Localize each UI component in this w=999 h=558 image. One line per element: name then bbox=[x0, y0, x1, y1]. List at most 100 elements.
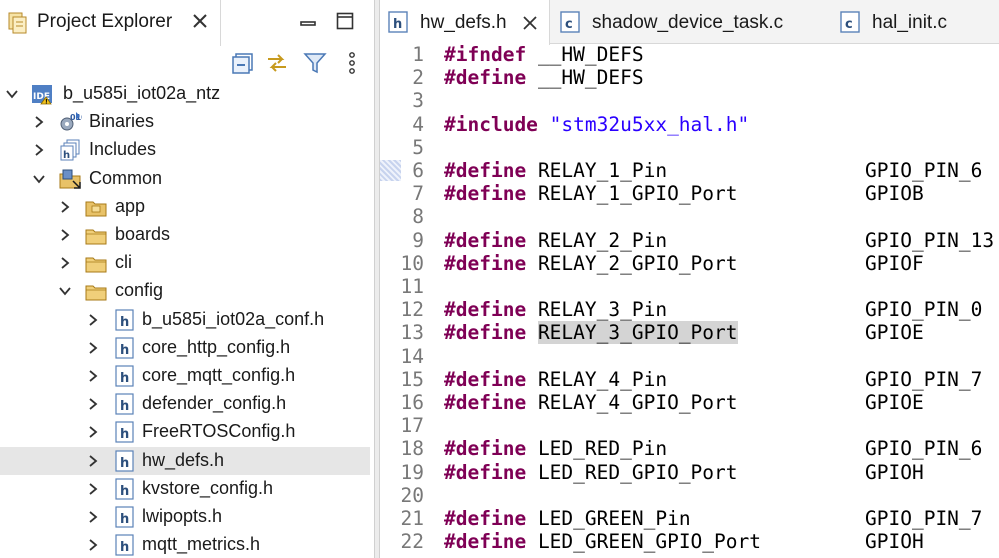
line-number: 22 bbox=[400, 530, 424, 554]
tree-item[interactable]: h mqtt_metrics.h bbox=[0, 531, 370, 558]
chevron-right-icon[interactable] bbox=[58, 228, 72, 242]
tree-item[interactable]: h core_mqtt_config.h bbox=[0, 362, 370, 390]
project-explorer-tab[interactable]: Project Explorer bbox=[0, 0, 221, 46]
chevron-right-icon[interactable] bbox=[58, 256, 72, 270]
chevron-right-icon[interactable] bbox=[86, 341, 100, 355]
code-text: #ifndef __HW_DEFS bbox=[444, 43, 644, 66]
chevron-right-icon[interactable] bbox=[86, 538, 100, 552]
macro-value: GPIO_PIN_6 bbox=[865, 437, 983, 461]
ide-project-icon: IDE! bbox=[32, 85, 52, 106]
chevron-right-icon[interactable] bbox=[86, 369, 100, 383]
code-line: 1 #ifndef __HW_DEFS bbox=[380, 43, 999, 66]
tree-item[interactable]: h kvstore_config.h bbox=[0, 475, 370, 503]
chevron-down-icon[interactable] bbox=[5, 87, 19, 101]
macro-name: RELAY_3_GPIO_Port bbox=[537, 321, 738, 345]
minimize-icon[interactable] bbox=[300, 12, 316, 28]
code-line: 10 #define RELAY_2_GPIO_Port GPIOF bbox=[380, 252, 999, 275]
macro-value: GPIO_PIN_7 bbox=[865, 367, 983, 391]
code-line: 3 bbox=[380, 89, 999, 112]
line-number: 13 bbox=[400, 321, 424, 345]
code-line: 2 #define __HW_DEFS bbox=[380, 66, 999, 89]
code-line: 4 #include "stm32u5xx_hal.h" bbox=[380, 113, 999, 136]
editor-tab-shadow-device-task[interactable]: c shadow_device_task.c bbox=[552, 0, 820, 44]
chevron-right-icon[interactable] bbox=[86, 482, 100, 496]
editor-tab-hal-init[interactable]: c hal_init.c bbox=[832, 0, 999, 44]
tree-item[interactable]: app bbox=[0, 193, 370, 221]
maximize-icon[interactable] bbox=[336, 12, 354, 30]
macro-name: RELAY_2_Pin bbox=[537, 228, 668, 252]
header-file-icon: h bbox=[115, 337, 134, 359]
svg-text:c: c bbox=[565, 17, 573, 32]
line-number: 11 bbox=[400, 275, 424, 298]
tree-item[interactable]: config bbox=[0, 277, 370, 305]
tree-item-label: mqtt_metrics.h bbox=[142, 534, 261, 555]
chevron-right-icon[interactable] bbox=[32, 143, 46, 157]
tree-item[interactable]: IDE! b_u585i_iot02a_ntz bbox=[0, 80, 370, 108]
code-line: 12 #define RELAY_3_Pin GPIO_PIN_0 bbox=[380, 298, 999, 321]
macro-name: LED_RED_GPIO_Port bbox=[537, 460, 738, 484]
code-text: #define LED_GREEN_GPIO_Port bbox=[444, 530, 761, 553]
line-number: 5 bbox=[412, 135, 424, 159]
editor-tab-label: hal_init.c bbox=[872, 12, 947, 33]
tree-item-label: boards bbox=[115, 224, 171, 244]
svg-text:c: c bbox=[845, 17, 853, 32]
code-line: 20 bbox=[380, 484, 999, 507]
chevron-down-icon[interactable] bbox=[32, 172, 46, 186]
editor-tab-hw-defs[interactable]: h hw_defs.h bbox=[380, 0, 550, 45]
chevron-right-icon[interactable] bbox=[86, 425, 100, 439]
preprocessor-keyword: #define bbox=[444, 437, 527, 461]
line-number: 20 bbox=[400, 483, 424, 507]
line-number: 19 bbox=[400, 460, 424, 484]
preprocessor-keyword: #define bbox=[444, 66, 527, 90]
source-folder-icon bbox=[85, 201, 107, 217]
editor-tab-label: shadow_device_task.c bbox=[592, 12, 784, 33]
code-text: #define RELAY_1_Pin bbox=[444, 159, 667, 182]
chevron-right-icon[interactable] bbox=[86, 454, 100, 468]
tree-item[interactable]: h lwipopts.h bbox=[0, 503, 370, 531]
tree-item-label: Binaries bbox=[89, 111, 155, 132]
chevron-right-icon[interactable] bbox=[86, 510, 100, 524]
tree-item-label: cli bbox=[115, 252, 132, 273]
code-text: #define RELAY_3_Pin bbox=[444, 298, 667, 321]
line-number: 21 bbox=[400, 507, 424, 530]
tree-item-label: defender_config.h bbox=[142, 393, 287, 414]
code-line: 14 bbox=[380, 345, 999, 368]
line-number: 15 bbox=[400, 367, 424, 391]
filter-icon[interactable] bbox=[302, 50, 328, 76]
tree-item-label: core_http_config.h bbox=[142, 336, 291, 357]
chevron-right-icon[interactable] bbox=[86, 397, 100, 411]
preprocessor-keyword: #define bbox=[444, 251, 527, 275]
header-file-icon: h bbox=[115, 449, 134, 472]
tree-item-label: FreeRTOSConfig.h bbox=[142, 421, 296, 442]
tree-item[interactable]: h Includes bbox=[0, 136, 370, 164]
code-line: 18 #define LED_RED_Pin GPIO_PIN_6 bbox=[380, 437, 999, 460]
close-icon[interactable] bbox=[521, 14, 539, 32]
tree-item[interactable]: 010 Binaries bbox=[0, 108, 370, 136]
chevron-right-icon[interactable] bbox=[86, 313, 100, 327]
chevron-right-icon[interactable] bbox=[58, 200, 72, 214]
tree-item[interactable]: h FreeRTOSConfig.h bbox=[0, 418, 370, 446]
tree-item[interactable]: cli bbox=[0, 249, 370, 277]
macro-value: GPIO_PIN_13 bbox=[865, 228, 995, 252]
tree-item[interactable]: boards bbox=[0, 221, 370, 249]
header-file-icon: h bbox=[115, 534, 134, 556]
view-menu-icon[interactable] bbox=[339, 50, 365, 76]
tree-item[interactable]: h core_http_config.h bbox=[0, 334, 370, 362]
tree-item[interactable]: Common bbox=[0, 165, 370, 193]
chevron-down-icon[interactable] bbox=[58, 284, 72, 298]
tree-item-label: b_u585i_iot02a_ntz bbox=[63, 83, 221, 103]
header-file-icon: h bbox=[388, 11, 408, 33]
macro-value: GPIOB bbox=[865, 182, 924, 206]
tree-item[interactable]: h defender_config.h bbox=[0, 390, 370, 418]
close-icon[interactable] bbox=[190, 11, 210, 31]
line-number: 2 bbox=[412, 66, 424, 90]
macro-name: LED_RED_Pin bbox=[537, 437, 668, 461]
code-line: 11 bbox=[380, 275, 999, 298]
project-explorer-panel: Project Explorer IDE ! b_u585i_iot02a_nt… bbox=[0, 0, 374, 558]
collapse-all-icon[interactable] bbox=[230, 50, 256, 76]
link-with-editor-icon[interactable] bbox=[264, 50, 290, 76]
line-number: 3 bbox=[412, 89, 424, 113]
chevron-right-icon[interactable] bbox=[32, 115, 46, 129]
tree-item[interactable]: h b_u585i_iot02a_conf.h bbox=[0, 306, 370, 334]
tree-item[interactable]: h hw_defs.h bbox=[0, 446, 370, 475]
